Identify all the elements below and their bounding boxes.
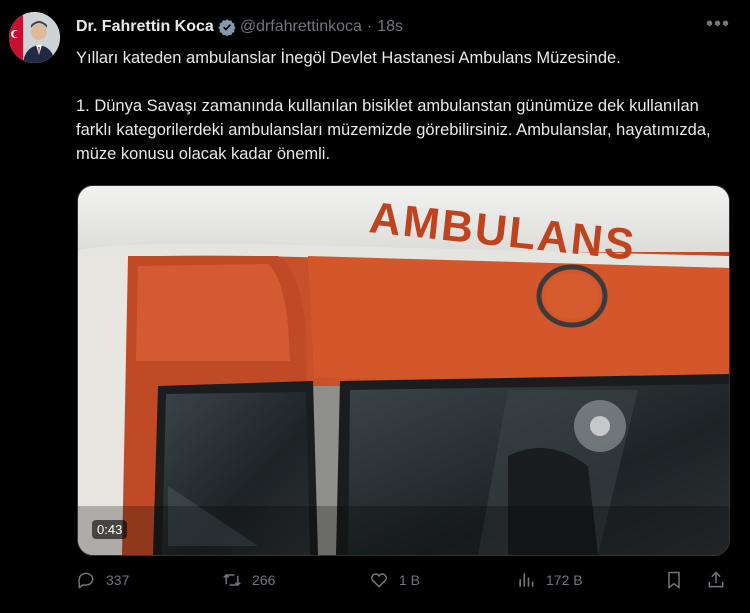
verified-badge-icon — [218, 19, 236, 36]
reply-button[interactable]: 337 — [76, 570, 129, 590]
tweet-header: Dr. Fahrettin Koca @drfahrettinkoca · 18… — [76, 14, 730, 38]
video-thumbnail: AMBULANS — [78, 186, 729, 555]
post-time[interactable]: 18s — [377, 18, 403, 36]
tweet-text: Yılları kateden ambulanslar İnegöl Devle… — [76, 49, 711, 163]
avatar-photo — [9, 12, 60, 63]
reply-icon — [78, 572, 94, 589]
separator-dot: · — [366, 18, 373, 35]
avatar[interactable] — [9, 12, 60, 63]
author-handle[interactable]: @drfahrettinkoca — [240, 18, 362, 36]
more-options-icon[interactable]: ••• — [706, 14, 730, 34]
action-bar: 337 266 1 B 172 B — [76, 570, 736, 596]
retweet-count: 266 — [252, 572, 276, 588]
like-button[interactable]: 1 B — [369, 570, 420, 590]
retweet-button[interactable]: 266 — [222, 570, 275, 590]
author-name[interactable]: Dr. Fahrettin Koca — [76, 18, 214, 36]
share-button[interactable] — [706, 570, 736, 590]
views-chart-icon — [519, 573, 534, 587]
views-button[interactable]: 172 B — [516, 570, 583, 590]
heart-icon — [371, 573, 387, 588]
retweet-icon — [223, 573, 241, 587]
like-count: 1 B — [399, 572, 421, 588]
reply-count: 337 — [106, 572, 130, 588]
bookmark-button[interactable] — [664, 570, 694, 590]
bookmark-icon — [668, 571, 680, 589]
video-duration: 0:43 — [92, 520, 128, 539]
share-icon — [708, 571, 724, 588]
video-player[interactable]: AMBULANS 0:43 — [77, 185, 730, 556]
views-count: 172 B — [546, 572, 583, 588]
